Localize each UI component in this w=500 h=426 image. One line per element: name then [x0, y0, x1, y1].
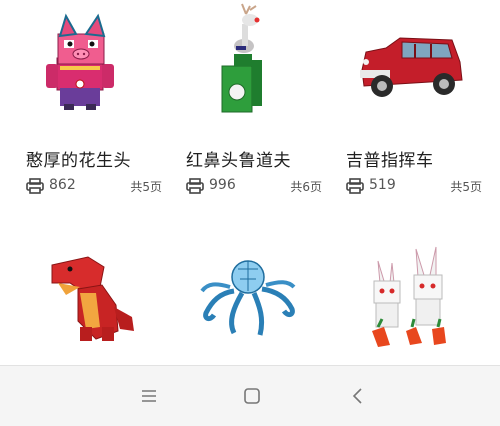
print-count: 862 [49, 177, 76, 193]
print-count: 519 [369, 177, 396, 193]
model-card-jeep[interactable]: 吉普指挥车 519 共5页 [320, 0, 487, 200]
menu-icon[interactable] [137, 384, 161, 408]
model-meta: 862 共5页 [26, 176, 162, 196]
model-card-octopus[interactable] [160, 235, 327, 365]
printer-icon [186, 178, 204, 194]
back-icon[interactable] [346, 384, 370, 408]
printer-icon [26, 178, 44, 194]
model-meta: 996 共6页 [186, 176, 322, 196]
model-card-peanut-head[interactable]: 憨厚的花生头 862 共5页 [0, 0, 167, 200]
pig-papercraft-image [46, 13, 114, 110]
printer-icon [346, 178, 364, 194]
reindeer-papercraft-image [221, 3, 262, 113]
page-count: 共5页 [130, 180, 162, 194]
model-card-dinosaur[interactable] [0, 235, 167, 365]
dinosaur-papercraft-image [51, 256, 134, 341]
page-count: 共6页 [290, 180, 322, 194]
print-count: 996 [209, 177, 236, 193]
model-meta: 519 共5页 [346, 176, 482, 196]
octopus-papercraft-image [200, 260, 296, 336]
model-card-rabbits[interactable] [320, 235, 487, 365]
model-card-rudolph[interactable]: 红鼻头鲁道夫 996 共6页 [160, 0, 327, 200]
model-title: 憨厚的花生头 [26, 151, 131, 171]
model-title: 吉普指挥车 [346, 151, 434, 171]
model-title: 红鼻头鲁道夫 [186, 151, 291, 171]
page-count: 共5页 [450, 180, 482, 194]
system-nav-bar [0, 365, 500, 426]
home-icon[interactable] [240, 384, 264, 408]
jeep-papercraft-image [360, 37, 463, 97]
rabbits-papercraft-image [372, 246, 446, 347]
model-grid: 憨厚的花生头 862 共5页 红鼻头鲁道夫 996 共6页 吉普指挥车 519 … [0, 0, 500, 365]
